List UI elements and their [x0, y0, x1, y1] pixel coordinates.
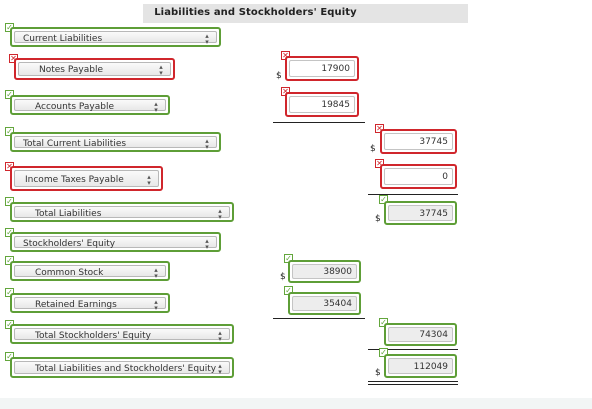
page-title: Liabilities and Stockholders' Equity	[154, 7, 357, 18]
updown-arrows-icon: ▴ ▾	[154, 298, 158, 312]
select-label: Total Current Liabilities	[23, 139, 127, 149]
updown-arrows-icon: ▴ ▾	[147, 173, 151, 187]
select-label: Current Liabilities	[23, 34, 103, 44]
total-stockholders-equity-amount[interactable]: 74304	[384, 323, 457, 346]
select-label: Total Liabilities and Stockholders' Equi…	[35, 364, 217, 374]
double-rule-bottom	[368, 384, 458, 385]
total-liabilities-select[interactable]: Total Liabilities ▴ ▾	[10, 202, 234, 222]
double-rule-top	[368, 381, 458, 382]
select-label: Stockholders' Equity	[23, 239, 116, 249]
dollar-sign: $	[375, 368, 381, 378]
updown-arrows-icon: ▴ ▾	[205, 237, 209, 251]
accounts-payable-amount[interactable]: 19845	[285, 92, 359, 117]
income-taxes-payable-amount[interactable]: 0	[380, 164, 457, 189]
updown-arrows-icon: ▴ ▾	[159, 63, 163, 77]
amount-value: 37745	[388, 205, 453, 221]
total-liabilities-and-equity-select[interactable]: Total Liabilities and Stockholders' Equi…	[10, 357, 234, 378]
common-stock-select[interactable]: Common Stock ▴ ▾	[10, 261, 170, 281]
updown-arrows-icon: ▴ ▾	[154, 266, 158, 280]
total-current-liabilities-select[interactable]: Total Current Liabilities ▴ ▾	[10, 132, 221, 152]
current-liabilities-select[interactable]: Current Liabilities ▴ ▾	[10, 27, 221, 47]
dollar-sign: $	[370, 144, 376, 154]
amount-value: 74304	[388, 327, 453, 342]
select-label: Common Stock	[35, 268, 104, 278]
select-label: Total Stockholders' Equity	[35, 331, 151, 341]
accounts-payable-select[interactable]: Accounts Payable ▴ ▾	[10, 95, 170, 115]
updown-arrows-icon: ▴ ▾	[205, 137, 209, 151]
total-liabilities-and-equity-amount[interactable]: 112049	[384, 354, 457, 378]
amount-value: 112049	[388, 358, 453, 374]
stockholders-equity-select[interactable]: Stockholders' Equity ▴ ▾	[10, 232, 221, 252]
total-stockholders-equity-select[interactable]: Total Stockholders' Equity ▴ ▾	[10, 324, 234, 344]
retained-earnings-select[interactable]: Retained Earnings ▴ ▾	[10, 293, 170, 313]
select-label: Total Liabilities	[35, 209, 102, 219]
total-liabilities-amount[interactable]: 37745	[384, 201, 457, 225]
income-taxes-payable-select[interactable]: Income Taxes Payable ▴ ▾	[10, 166, 163, 191]
amount-value: 37745	[384, 133, 453, 150]
select-label: Notes Payable	[39, 65, 103, 75]
amount-value: 17900	[289, 60, 355, 77]
retained-earnings-amount[interactable]: 35404	[288, 292, 361, 315]
total-current-liabilities-amount[interactable]: 37745	[380, 129, 457, 154]
updown-arrows-icon: ▴ ▾	[218, 207, 222, 221]
select-label: Retained Earnings	[35, 300, 117, 310]
dollar-sign: $	[375, 214, 381, 224]
select-label: Income Taxes Payable	[25, 175, 124, 185]
updown-arrows-icon: ▴ ▾	[154, 100, 158, 114]
updown-arrows-icon: ▴ ▾	[218, 362, 222, 376]
amount-value: 38900	[292, 264, 357, 279]
select-label: Accounts Payable	[35, 102, 115, 112]
notes-payable-amount[interactable]: 17900	[285, 56, 359, 81]
amount-value: 0	[384, 168, 453, 185]
notes-payable-select[interactable]: Notes Payable ▴ ▾	[14, 58, 175, 80]
updown-arrows-icon: ▴ ▾	[205, 32, 209, 46]
subtotal-rule	[273, 122, 365, 123]
dollar-sign: $	[276, 71, 282, 81]
amount-value: 19845	[289, 96, 355, 113]
updown-arrows-icon: ▴ ▾	[218, 329, 222, 343]
amount-value: 35404	[292, 296, 357, 311]
subtotal-rule	[273, 318, 365, 319]
bottom-strip	[0, 398, 592, 409]
common-stock-amount[interactable]: 38900	[288, 260, 361, 283]
dollar-sign: $	[280, 272, 286, 282]
